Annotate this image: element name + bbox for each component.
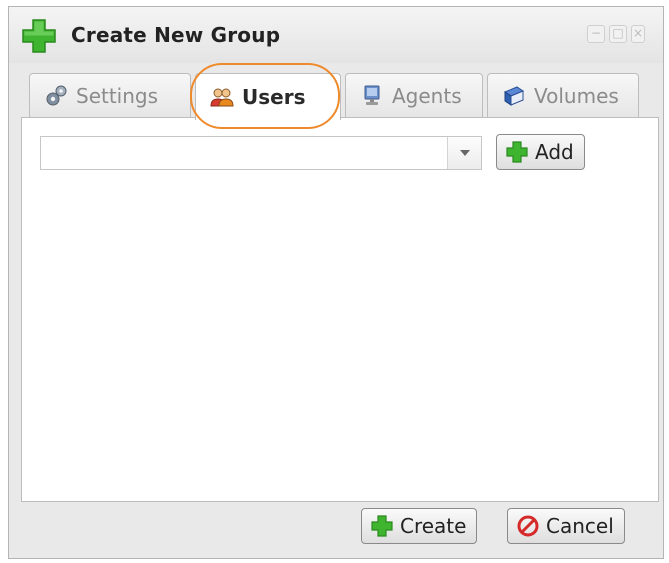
tab-agents[interactable]: Agents [345, 73, 483, 117]
tab-settings-label: Settings [76, 83, 159, 108]
tab-users-label: Users [242, 85, 306, 109]
dropdown-arrow-icon[interactable] [447, 137, 481, 169]
close-button[interactable]: × [631, 25, 645, 43]
maximize-button[interactable]: □ [609, 25, 627, 43]
add-user-button[interactable]: Add [496, 134, 585, 170]
user-select[interactable] [40, 136, 482, 170]
gears-icon [44, 84, 68, 108]
add-button-label: Add [535, 140, 574, 164]
cancel-icon [516, 514, 540, 538]
tab-volumes[interactable]: Volumes [487, 73, 639, 117]
create-group-dialog: Create New Group − □ × Settings Users Ag… [8, 6, 664, 559]
user-select-input[interactable] [41, 137, 457, 169]
title-bar[interactable]: Create New Group − □ × [9, 7, 663, 63]
tab-users[interactable]: Users [195, 73, 341, 120]
cancel-button[interactable]: Cancel [507, 508, 625, 544]
tab-volumes-label: Volumes [534, 83, 619, 108]
users-icon [210, 85, 234, 109]
cancel-button-label: Cancel [546, 514, 614, 538]
users-panel: Add [21, 117, 659, 502]
tab-agents-label: Agents [392, 83, 462, 108]
tab-bar: Settings Users Agents Volumes [23, 73, 659, 120]
green-plus-icon [21, 18, 57, 54]
window-title: Create New Group [71, 23, 281, 47]
create-button[interactable]: Create [361, 508, 478, 544]
green-plus-icon [370, 514, 394, 538]
create-button-label: Create [400, 514, 467, 538]
computer-icon [360, 84, 384, 108]
green-plus-icon [505, 140, 529, 164]
book-icon [502, 84, 526, 108]
dialog-footer: Create Cancel [9, 502, 663, 560]
minimize-button[interactable]: − [587, 25, 605, 43]
tab-settings[interactable]: Settings [29, 73, 191, 117]
